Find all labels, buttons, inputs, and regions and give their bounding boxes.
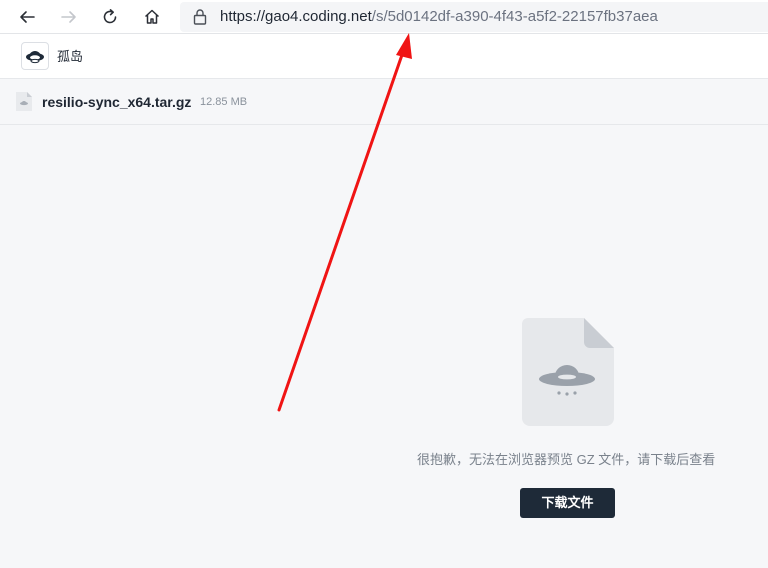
reload-button[interactable] [96, 3, 124, 31]
app-header: 孤岛 [0, 34, 768, 79]
avatar-icon [26, 51, 44, 64]
lock-icon [193, 9, 207, 25]
file-name: resilio-sync_x64.tar.gz [42, 94, 192, 110]
forward-button[interactable] [55, 3, 83, 31]
arrow-left-icon [20, 11, 35, 23]
avatar[interactable] [21, 42, 49, 70]
reload-icon [103, 9, 117, 24]
home-button[interactable] [138, 3, 166, 31]
browser-toolbar: https://gao4.coding.net/s/5d0142df-a390-… [0, 0, 768, 34]
arrow-right-icon [61, 11, 76, 23]
url-path: /s/5d0142df-a390-4f43-a5f2-22157fb37aea [371, 8, 658, 25]
preview-message: 很抱歉，无法在浏览器预览 GZ 文件，请下载后查看 [417, 452, 716, 467]
archive-file-icon [16, 92, 32, 111]
url-host: https://gao4.coding.net [220, 8, 372, 25]
file-bar: resilio-sync_x64.tar.gz 12.85 MB [0, 79, 768, 125]
preview-message-row: 很抱歉，无法在浏览器预览 GZ 文件，请下载后查看 [0, 449, 768, 469]
url-text[interactable]: https://gao4.coding.net/s/5d0142df-a390-… [220, 2, 658, 32]
download-button[interactable]: 下载文件 [520, 488, 615, 518]
home-icon [144, 9, 160, 24]
user-name[interactable]: 孤岛 [57, 34, 83, 79]
file-size: 12.85 MB [200, 96, 248, 108]
address-bar[interactable]: https://gao4.coding.net/s/5d0142df-a390-… [180, 2, 768, 32]
ufo-file-icon [522, 318, 614, 426]
back-button[interactable] [13, 3, 41, 31]
